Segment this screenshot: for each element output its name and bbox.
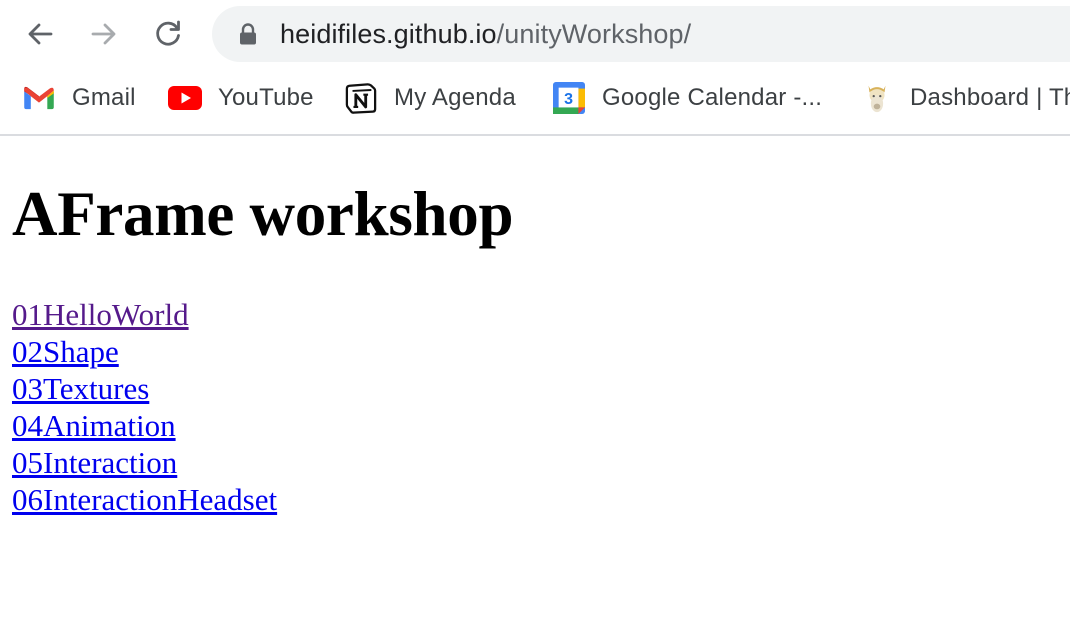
- page-title: AFrame workshop: [12, 179, 514, 249]
- link-02-shape[interactable]: 02Shape: [12, 333, 277, 370]
- page-content: AFrame workshop 01HelloWorld 02Shape 03T…: [0, 136, 1070, 638]
- notion-icon: [344, 81, 378, 115]
- link-03-textures[interactable]: 03Textures: [12, 370, 277, 407]
- back-button[interactable]: [20, 14, 60, 54]
- url-text[interactable]: heidifiles.github.io/unityWorkshop/: [280, 19, 691, 50]
- arrow-right-icon: [91, 23, 116, 45]
- reload-button[interactable]: [148, 14, 188, 54]
- link-01-hello-world[interactable]: 01HelloWorld: [12, 296, 277, 333]
- lock-icon[interactable]: [238, 23, 258, 45]
- link-06-interaction-headset[interactable]: 06InteractionHeadset: [12, 481, 277, 518]
- alpaca-icon: [860, 81, 894, 115]
- url-path: /unityWorkshop/: [496, 19, 692, 49]
- bookmark-label: Gmail: [72, 84, 136, 111]
- arrow-left-icon: [28, 23, 53, 45]
- bookmarks-bar: Gmail YouTube My Agenda 3 Google Calenda…: [0, 76, 1070, 120]
- bookmark-youtube[interactable]: YouTube: [168, 76, 314, 120]
- youtube-icon: [168, 81, 202, 115]
- google-calendar-icon: 3: [552, 81, 586, 115]
- forward-button[interactable]: [84, 14, 124, 54]
- calendar-day: 3: [564, 91, 573, 108]
- gmail-icon: [22, 81, 56, 115]
- bookmark-label: Google Calendar -...: [602, 84, 823, 111]
- bookmark-label: My Agenda: [394, 84, 516, 111]
- link-05-interaction[interactable]: 05Interaction: [12, 444, 277, 481]
- link-list: 01HelloWorld 02Shape 03Textures 04Animat…: [12, 296, 277, 518]
- bookmark-dashboard[interactable]: Dashboard | Th: [860, 76, 1070, 120]
- reload-icon: [156, 20, 180, 46]
- bookmark-notion[interactable]: My Agenda: [344, 76, 516, 120]
- link-04-animation[interactable]: 04Animation: [12, 407, 277, 444]
- bookmark-label: YouTube: [218, 84, 314, 111]
- bookmark-label: Dashboard | Th: [910, 84, 1070, 111]
- address-bar[interactable]: heidifiles.github.io/unityWorkshop/: [212, 6, 1070, 62]
- url-host: heidifiles.github.io: [280, 19, 497, 49]
- bookmark-google-calendar[interactable]: 3 Google Calendar -...: [552, 76, 822, 120]
- browser-chrome: heidifiles.github.io/unityWorkshop/ Gmai…: [0, 0, 1070, 136]
- bookmark-gmail[interactable]: Gmail: [22, 76, 136, 120]
